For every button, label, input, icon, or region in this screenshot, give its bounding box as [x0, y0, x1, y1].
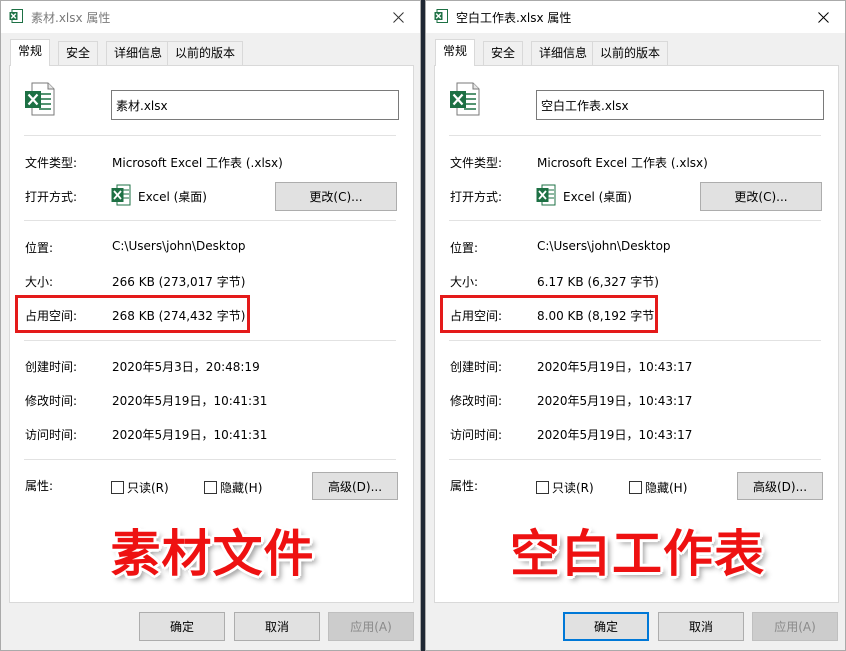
highlight-box [15, 295, 250, 333]
title-bar: 空白工作表.xlsx 属性 [426, 1, 845, 33]
readonly-checkbox[interactable]: 只读(R) [536, 479, 594, 496]
highlight-box [440, 295, 658, 333]
created-label: 创建时间: [25, 360, 78, 374]
apply-button[interactable]: 应用(A) [752, 612, 838, 641]
close-icon [817, 11, 829, 23]
excel-file-icon [434, 9, 448, 23]
accessed-label: 访问时间: [450, 428, 503, 442]
tab-security[interactable]: 安全 [483, 41, 524, 65]
open-with-label: 打开方式: [25, 190, 78, 204]
created-value: 2020年5月3日，20:48:19 [112, 360, 260, 374]
window-title: 素材.xlsx 属性 [31, 11, 111, 25]
change-button[interactable]: 更改(C)... [700, 182, 822, 211]
file-type-value: Microsoft Excel 工作表 (.xlsx) [537, 156, 708, 170]
location-value: C:\Users\john\Desktop [537, 239, 671, 253]
caption-text: 空白工作表 [510, 525, 765, 583]
readonly-checkbox[interactable]: 只读(R) [111, 479, 169, 496]
properties-dialog-left: 素材.xlsx 属性 常规 安全 详细信息 以前的版本 文件类型: Micros… [0, 0, 421, 651]
ok-button[interactable]: 确定 [563, 612, 649, 641]
file-type-label: 文件类型: [450, 156, 503, 170]
tab-details[interactable]: 详细信息 [106, 41, 171, 65]
general-panel: 文件类型: Microsoft Excel 工作表 (.xlsx) 打开方式: … [9, 65, 414, 603]
apply-button[interactable]: 应用(A) [328, 612, 414, 641]
window-title: 空白工作表.xlsx 属性 [456, 11, 572, 25]
general-panel: 文件类型: Microsoft Excel 工作表 (.xlsx) 打开方式: … [434, 65, 839, 603]
created-label: 创建时间: [450, 360, 503, 374]
tab-general[interactable]: 常规 [435, 39, 476, 66]
readonly-label: 只读(R) [552, 481, 594, 495]
checkbox-square[interactable] [204, 481, 217, 494]
accessed-value: 2020年5月19日，10:43:17 [537, 428, 693, 442]
open-with-value: Excel (桌面) [563, 190, 632, 204]
tab-security[interactable]: 安全 [58, 41, 99, 65]
modified-label: 修改时间: [25, 394, 78, 408]
separator [449, 220, 821, 221]
size-value: 6.17 KB (6,327 字节) [537, 275, 659, 289]
separator [24, 459, 396, 460]
separator [24, 135, 396, 136]
tab-details[interactable]: 详细信息 [531, 41, 596, 65]
location-label: 位置: [450, 241, 479, 255]
accessed-label: 访问时间: [25, 428, 78, 442]
separator [24, 340, 396, 341]
open-with-value: Excel (桌面) [138, 190, 207, 204]
attributes-label: 属性: [450, 479, 479, 493]
cancel-button[interactable]: 取消 [658, 612, 744, 641]
advanced-button[interactable]: 高级(D)... [312, 472, 398, 500]
attributes-label: 属性: [25, 479, 54, 493]
modified-label: 修改时间: [450, 394, 503, 408]
close-button[interactable] [376, 1, 420, 33]
readonly-label: 只读(R) [127, 481, 169, 495]
open-with-label: 打开方式: [450, 190, 503, 204]
close-button[interactable] [801, 1, 845, 33]
excel-file-icon [450, 82, 480, 116]
file-name-field[interactable] [536, 90, 824, 120]
title-bar: 素材.xlsx 属性 [1, 1, 420, 33]
tab-general[interactable]: 常规 [10, 39, 51, 66]
checkbox-square[interactable] [629, 481, 642, 494]
excel-app-icon [536, 184, 556, 206]
location-label: 位置: [25, 241, 54, 255]
size-label: 大小: [25, 275, 54, 289]
excel-app-icon [111, 184, 131, 206]
hidden-checkbox[interactable]: 隐藏(H) [204, 479, 262, 496]
location-value: C:\Users\john\Desktop [112, 239, 246, 253]
size-label: 大小: [450, 275, 479, 289]
size-value: 266 KB (273,017 字节) [112, 275, 246, 289]
accessed-value: 2020年5月19日，10:41:31 [112, 428, 268, 442]
properties-dialog-right: 空白工作表.xlsx 属性 常规 安全 详细信息 以前的版本 文件类型: Mic… [425, 0, 846, 651]
hidden-label: 隐藏(H) [645, 481, 688, 495]
tab-previous-versions[interactable]: 以前的版本 [592, 41, 669, 65]
hidden-label: 隐藏(H) [220, 481, 263, 495]
separator [24, 220, 396, 221]
modified-value: 2020年5月19日，10:43:17 [537, 394, 693, 408]
file-name-field[interactable] [111, 90, 399, 120]
change-button[interactable]: 更改(C)... [275, 182, 397, 211]
separator [449, 340, 821, 341]
ok-button[interactable]: 确定 [139, 612, 225, 641]
advanced-button[interactable]: 高级(D)... [737, 472, 823, 500]
created-value: 2020年5月19日，10:43:17 [537, 360, 693, 374]
separator [449, 459, 821, 460]
file-type-value: Microsoft Excel 工作表 (.xlsx) [112, 156, 283, 170]
excel-file-icon [25, 82, 55, 116]
excel-file-icon [9, 9, 23, 23]
close-icon [392, 11, 404, 23]
modified-value: 2020年5月19日，10:41:31 [112, 394, 268, 408]
tab-previous-versions[interactable]: 以前的版本 [167, 41, 244, 65]
checkbox-square[interactable] [536, 481, 549, 494]
hidden-checkbox[interactable]: 隐藏(H) [629, 479, 687, 496]
checkbox-square[interactable] [111, 481, 124, 494]
cancel-button[interactable]: 取消 [234, 612, 320, 641]
caption-text: 素材文件 [110, 525, 315, 583]
separator [449, 135, 821, 136]
file-type-label: 文件类型: [25, 156, 78, 170]
